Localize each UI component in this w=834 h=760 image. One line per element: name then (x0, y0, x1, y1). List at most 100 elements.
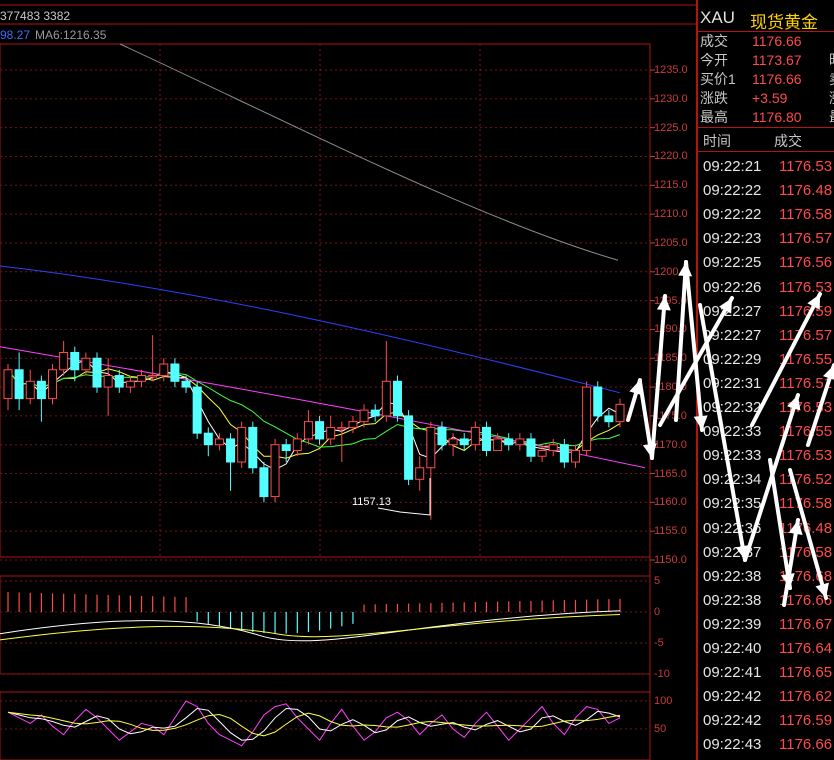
price-tick-label: 1210.0 (654, 208, 688, 221)
up-candle (48, 369, 58, 400)
up-candle (237, 426, 247, 463)
kline-chart[interactable] (0, 0, 696, 760)
down-candle (248, 426, 258, 469)
price-tick-label: 1165.0 (654, 467, 687, 480)
quote-label: 买价1 (700, 71, 736, 87)
up-candle (137, 375, 147, 382)
price-tick-label: 1220.0 (654, 150, 688, 163)
tick-time: 09:22:33 (703, 423, 762, 441)
quote-value: 1176.66 (752, 33, 802, 49)
down-candle (604, 415, 614, 423)
quote-label: 最高 (700, 109, 728, 125)
quote-value: 1173.67 (752, 52, 802, 68)
tick-row: 09:22:42 1176.62 (698, 685, 834, 709)
tick-row: 09:22:22 1176.58 (698, 203, 834, 227)
down-candle (192, 386, 202, 434)
tick-time: 09:22:38 (703, 567, 762, 585)
tick-row: 09:22:41 1176.65 (698, 661, 834, 685)
kdj-k-line (7, 707, 621, 741)
tick-time: 09:22:27 (703, 326, 762, 344)
tick-time: 09:22:32 (703, 399, 762, 416)
up-candle (548, 444, 558, 451)
tick-time: 09:22:27 (703, 302, 762, 320)
up-candle (292, 438, 302, 451)
down-candle (226, 438, 236, 463)
tick-time: 09:22:34 (703, 471, 762, 489)
tick-time: 09:22:41 (703, 664, 762, 682)
tick-row: 09:22:33 1176.55 (698, 420, 834, 444)
down-candle (593, 386, 603, 417)
tick-price: 1176.64 (779, 640, 833, 657)
down-candle (459, 438, 469, 446)
quote-row: 涨跌 +3.59 涨 (698, 89, 834, 108)
tick-price: 1176.57 (779, 230, 833, 248)
up-candle (59, 351, 69, 371)
tick-price: 1176.67 (779, 615, 833, 633)
up-candle (515, 438, 525, 446)
down-candle (92, 357, 102, 388)
down-candle (14, 369, 24, 400)
tick-time: 09:22:39 (703, 615, 762, 633)
ma-left-readout: 98.27 (0, 28, 31, 42)
down-candle (203, 432, 213, 446)
up-candle (326, 426, 336, 440)
quote-right-label: 最 (829, 108, 834, 127)
quote-right-label: 昨 (829, 51, 834, 70)
candlestick-series (3, 335, 625, 520)
tick-row: 09:22:34 1176.52 (698, 468, 834, 492)
macd-tick-label: 5 (654, 575, 661, 587)
tick-time: 09:22:25 (703, 254, 762, 272)
tick-price: 1176.59 (779, 712, 833, 730)
tick-time: 09:22:36 (703, 519, 762, 537)
up-candle (415, 467, 425, 480)
ma6-readout: MA6:1216.35 (35, 28, 107, 42)
tick-time: 09:22:35 (703, 495, 762, 513)
tick-price: 1176.58 (779, 543, 833, 561)
tick-time: 09:22:42 (703, 712, 762, 730)
tick-row: 09:22:22 1176.48 (698, 179, 834, 203)
down-candle (370, 409, 380, 417)
price-tick-label: 1160.0 (654, 496, 687, 509)
quote-right-label: 涨 (829, 89, 834, 108)
quote-row: 最高 1176.80 最 (698, 108, 834, 127)
tick-time: 09:22:33 (703, 447, 762, 465)
macd-tick-label: -10 (654, 668, 670, 680)
tick-price: 1176.59 (779, 302, 833, 320)
price-tick-label: 1190.0 (654, 323, 687, 336)
price-tick-label: 1155.0 (654, 525, 687, 538)
up-candle (381, 380, 391, 417)
up-candle (3, 369, 13, 400)
down-candle (70, 351, 80, 371)
macd-tick-label: 0 (654, 606, 661, 618)
up-candle (470, 426, 480, 446)
quote-row: 今开 1173.67 昨 (698, 51, 834, 70)
up-candle (582, 386, 592, 451)
price-tick-label: 1170.0 (654, 438, 687, 451)
up-candle (125, 380, 135, 388)
quote-row: 成交 1176.66 (698, 32, 834, 51)
tick-time: 09:22:37 (703, 543, 762, 561)
tick-price: 1176.57 (779, 326, 833, 344)
macd-frame (0, 575, 651, 675)
tick-price: 1176.53 (779, 278, 833, 296)
quote-label: 成交 (700, 33, 728, 49)
kdj-tick-label: 100 (654, 695, 673, 707)
tick-row: 09:22:40 1176.64 (698, 637, 834, 661)
price-tick-label: 1230.0 (654, 92, 688, 105)
price-tick-label: 1195.0 (654, 294, 687, 307)
price-tick-label: 1225.0 (654, 121, 688, 134)
tick-price: 1176.65 (779, 664, 833, 682)
down-candle (170, 363, 180, 382)
tick-row: 09:22:27 1176.57 (698, 324, 834, 348)
tick-row: 09:22:38 1176.68 (698, 565, 834, 589)
macd-panel (0, 575, 651, 675)
tick-row: 09:22:26 1176.53 (698, 276, 834, 300)
price-tick-label: 1205.0 (654, 236, 688, 249)
up-candle (615, 403, 625, 423)
up-candle (103, 375, 113, 388)
quote-label: 涨跌 (700, 90, 728, 106)
quote-right-label: 卖 (829, 70, 834, 89)
tick-price: 1176.53 (779, 399, 833, 416)
price-tick-label: 1200.0 (654, 265, 688, 278)
tick-time: 09:22:22 (703, 206, 762, 224)
